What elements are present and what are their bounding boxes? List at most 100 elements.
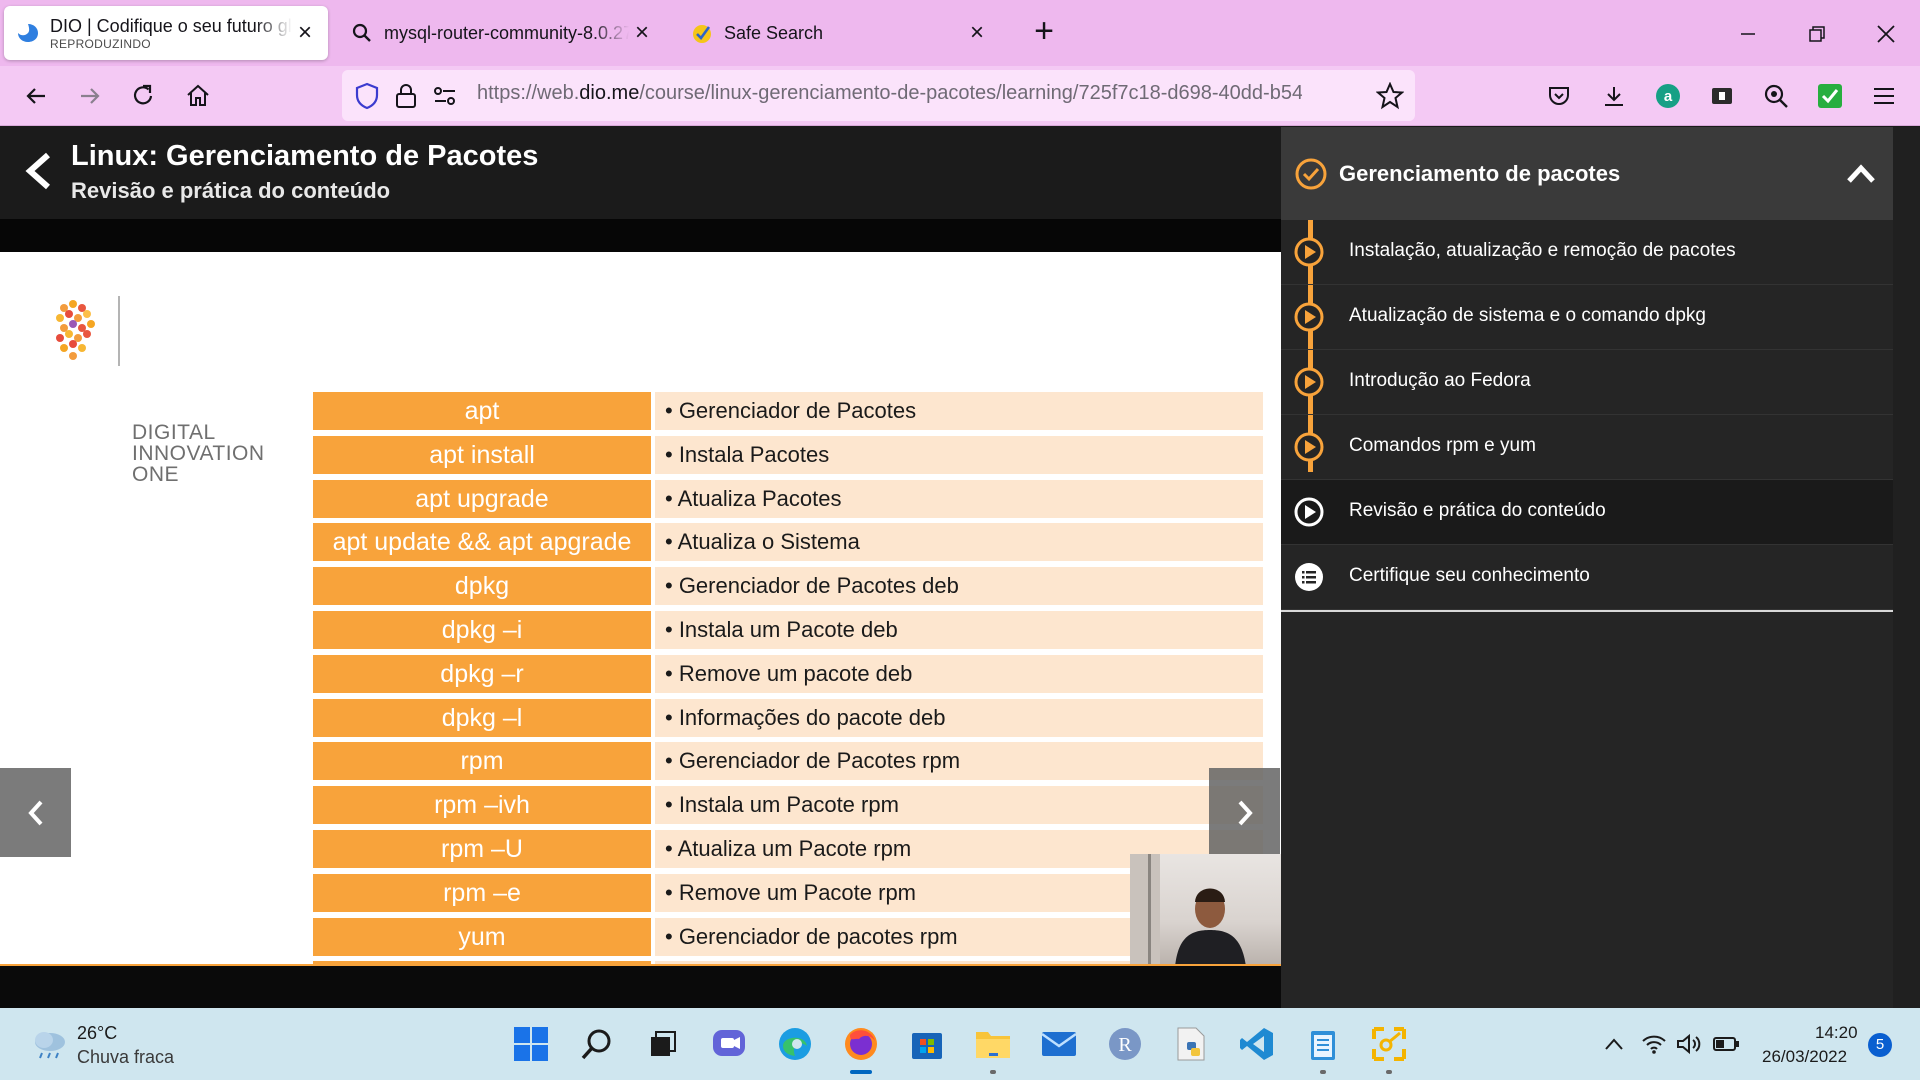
next-slide-button[interactable]: [1209, 768, 1280, 857]
lesson-title: Introdução ao Fedora: [1349, 370, 1531, 391]
arrow-left-icon: [26, 88, 45, 104]
page-scrollbar[interactable]: [1893, 127, 1920, 1008]
restore-button[interactable]: [1797, 14, 1837, 54]
active-app-indicator: [850, 1070, 872, 1074]
wifi-icon: [1642, 1035, 1666, 1054]
svg-text:R: R: [1118, 1034, 1132, 1056]
logo-line: INNOVATION: [132, 442, 265, 465]
battery-button[interactable]: [1712, 1032, 1740, 1056]
address-bar[interactable]: https://web.dio.me/course/linux-gerencia…: [342, 70, 1415, 121]
command-row: rpm –U • Atualiza um Pacote rpm: [313, 830, 1265, 868]
extension-search-icon[interactable]: [1759, 79, 1793, 113]
wifi-button[interactable]: [1640, 1032, 1668, 1056]
chevron-left-icon: [27, 800, 42, 825]
task-view-button[interactable]: [641, 1022, 685, 1066]
video-slide[interactable]: DIGITAL INNOVATION ONE apt • Gerenciador …: [0, 252, 1281, 1080]
bookmark-star-icon[interactable]: [1376, 82, 1404, 110]
weather-temperature[interactable]: 26°C: [77, 1023, 117, 1044]
command-cell: yum: [313, 917, 651, 956]
list-icon: [1295, 563, 1323, 591]
play-circle-icon: [1294, 367, 1324, 397]
speaker-icon: [1677, 1033, 1701, 1055]
extension-wallet-icon[interactable]: [1705, 79, 1739, 113]
snipping-tool-button[interactable]: [1367, 1022, 1411, 1074]
reload-button[interactable]: [124, 76, 164, 116]
description-cell: • Instala Pacotes: [655, 435, 1263, 474]
play-circle-icon: [1294, 497, 1324, 527]
lesson-item[interactable]: Comandos rpm e yum: [1281, 415, 1893, 480]
course-sidebar: Gerenciamento de pacotes Instalação, atu…: [1281, 127, 1893, 1008]
command-row: apt • Gerenciador de Pacotes: [313, 392, 1265, 430]
permissions-icon[interactable]: [432, 84, 458, 108]
module-header[interactable]: Gerenciamento de pacotes: [1281, 127, 1893, 220]
lock-icon[interactable]: [394, 82, 418, 110]
edge-button[interactable]: [773, 1022, 817, 1066]
new-tab-button[interactable]: +: [1026, 14, 1062, 50]
weather-description[interactable]: Chuva fraca: [77, 1047, 174, 1068]
previous-slide-button[interactable]: [0, 768, 71, 857]
url-text[interactable]: https://web.dio.me/course/linux-gerencia…: [477, 82, 1302, 105]
snip-icon: [1372, 1027, 1406, 1061]
download-icon[interactable]: [1597, 79, 1631, 113]
lesson-item[interactable]: Atualização de sistema e o comando dpkg: [1281, 285, 1893, 350]
search-icon: [581, 1029, 611, 1060]
running-app-indicator: [1320, 1070, 1326, 1074]
tab-dio[interactable]: DIO | Codifique o seu futuro glo REPRODU…: [4, 6, 328, 60]
python-file-button[interactable]: [1169, 1022, 1213, 1066]
command-cell: dpkg: [313, 567, 651, 606]
arrow-right-icon: [81, 88, 100, 104]
video-top-letterbox: [0, 219, 1281, 252]
description-cell: • Instala um Pacote rpm: [655, 786, 1263, 825]
file-explorer-button[interactable]: [971, 1022, 1015, 1074]
start-button[interactable]: [509, 1022, 553, 1066]
microsoft-store-button[interactable]: [905, 1022, 949, 1066]
lesson-item[interactable]: Introdução ao Fedora: [1281, 350, 1893, 415]
lesson-title: Certifique seu conhecimento: [1349, 565, 1590, 586]
volume-button[interactable]: [1676, 1032, 1704, 1056]
command-cell: rpm –ivh: [313, 786, 651, 825]
back-button[interactable]: [16, 76, 56, 116]
command-cell: rpm –e: [313, 873, 651, 912]
forward-button[interactable]: [70, 76, 110, 116]
instructor-avatar-icon: [1130, 854, 1246, 967]
pocket-icon[interactable]: [1542, 79, 1576, 113]
clock-date[interactable]: 26/03/2022: [1762, 1047, 1847, 1067]
show-hidden-icons-button[interactable]: [1600, 1032, 1628, 1056]
tab-safe-search[interactable]: Safe Search ×: [678, 6, 1000, 60]
command-row: dpkg –r • Remove um pacote deb: [313, 654, 1265, 693]
lesson-item[interactable]: Revisão e prática do conteúdo: [1281, 480, 1893, 545]
shield-icon[interactable]: [354, 82, 380, 110]
vscode-button[interactable]: [1235, 1022, 1279, 1066]
r-app-button[interactable]: R: [1103, 1022, 1147, 1066]
extension-a-icon[interactable]: a: [1651, 79, 1685, 113]
lesson-item[interactable]: Instalação, atualização e remoção de pac…: [1281, 220, 1893, 285]
chevron-up-icon[interactable]: [1846, 160, 1876, 186]
close-icon[interactable]: ×: [292, 19, 318, 46]
menu-icon[interactable]: [1867, 79, 1901, 113]
chevron-left-icon[interactable]: [22, 151, 56, 191]
home-button[interactable]: [178, 76, 218, 116]
notepad-button[interactable]: [1301, 1022, 1345, 1074]
lesson-item[interactable]: Certifique seu conhecimento: [1281, 545, 1893, 610]
clock-time[interactable]: 14:20: [1815, 1023, 1858, 1043]
chevron-right-icon: [1238, 800, 1253, 825]
mail-button[interactable]: [1037, 1022, 1081, 1066]
extension-check-icon[interactable]: [1813, 79, 1847, 113]
minimize-icon: [1741, 33, 1755, 35]
teams-chat-button[interactable]: [707, 1022, 751, 1066]
close-icon[interactable]: ×: [629, 19, 655, 46]
logo-line: ONE: [132, 463, 180, 486]
taskbar-search-button[interactable]: [575, 1022, 619, 1066]
minimize-button[interactable]: [1728, 14, 1768, 54]
notification-badge[interactable]: 5: [1868, 1033, 1892, 1057]
close-icon[interactable]: ×: [964, 19, 990, 46]
command-row: apt update && apt apgrade • Atualiza o Si…: [313, 523, 1265, 562]
rain-cloud-icon[interactable]: [30, 1028, 70, 1060]
course-header: Linux: Gerenciamento de Pacotes Revisão …: [0, 127, 1281, 219]
tab-mysql-router[interactable]: mysql-router-community-8.0.27 ×: [340, 6, 665, 60]
command-row: dpkg • Gerenciador de Pacotes deb: [313, 567, 1265, 606]
lesson-title: Atualização de sistema e o comando dpkg: [1349, 305, 1706, 326]
window-close-button[interactable]: [1866, 14, 1906, 54]
dio-logo-text: DIGITAL INNOVATION ONE: [132, 422, 265, 485]
firefox-button[interactable]: [839, 1022, 883, 1074]
